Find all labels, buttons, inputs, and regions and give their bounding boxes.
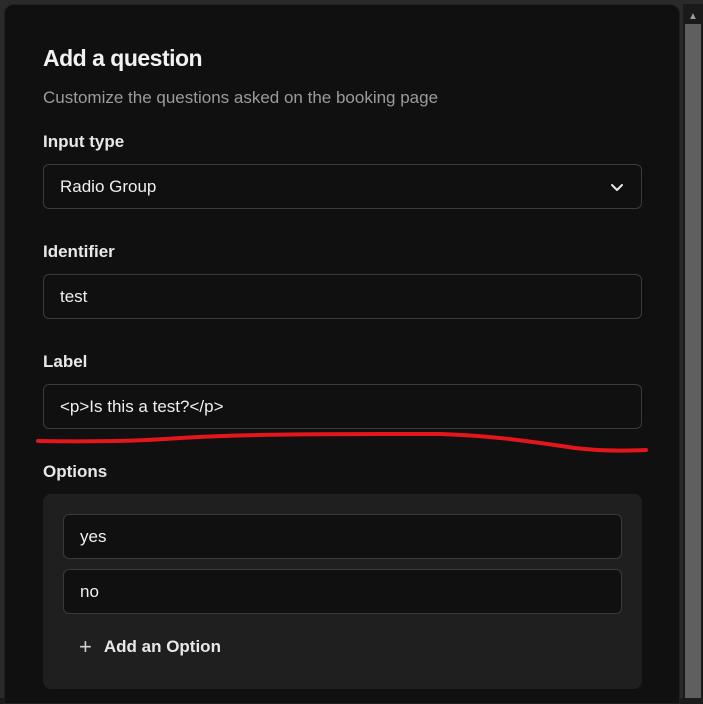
identifier-input[interactable]: test xyxy=(43,274,642,319)
dialog-subtitle: Customize the questions asked on the boo… xyxy=(43,88,439,107)
label-value: <p>Is this a test?</p> xyxy=(60,396,224,416)
plus-icon: + xyxy=(79,634,92,659)
scroll-thumb[interactable] xyxy=(685,24,701,698)
option-value: no xyxy=(80,581,99,601)
identifier-value: test xyxy=(60,286,88,306)
scroll-up-arrow-icon[interactable]: ▲ xyxy=(683,10,703,24)
label-field-label: Label xyxy=(43,352,88,371)
option-value: yes xyxy=(80,526,107,546)
options-label: Options xyxy=(43,462,108,481)
dialog-title: Add a question xyxy=(43,45,203,71)
input-type-label: Input type xyxy=(43,132,125,151)
input-type-select[interactable]: Radio Group xyxy=(43,164,642,209)
option-input[interactable]: no xyxy=(63,569,622,614)
chevron-down-icon xyxy=(611,183,623,191)
option-input[interactable]: yes xyxy=(63,514,622,559)
options-panel: yes no + Add an Option xyxy=(43,494,642,689)
scrollbar[interactable]: ▲ xyxy=(683,4,703,698)
identifier-label: Identifier xyxy=(43,242,115,261)
label-input[interactable]: <p>Is this a test?</p> xyxy=(43,384,642,429)
add-option-button[interactable]: + Add an Option xyxy=(79,634,221,660)
add-option-label: Add an Option xyxy=(103,637,221,656)
input-type-value: Radio Group xyxy=(60,176,157,196)
